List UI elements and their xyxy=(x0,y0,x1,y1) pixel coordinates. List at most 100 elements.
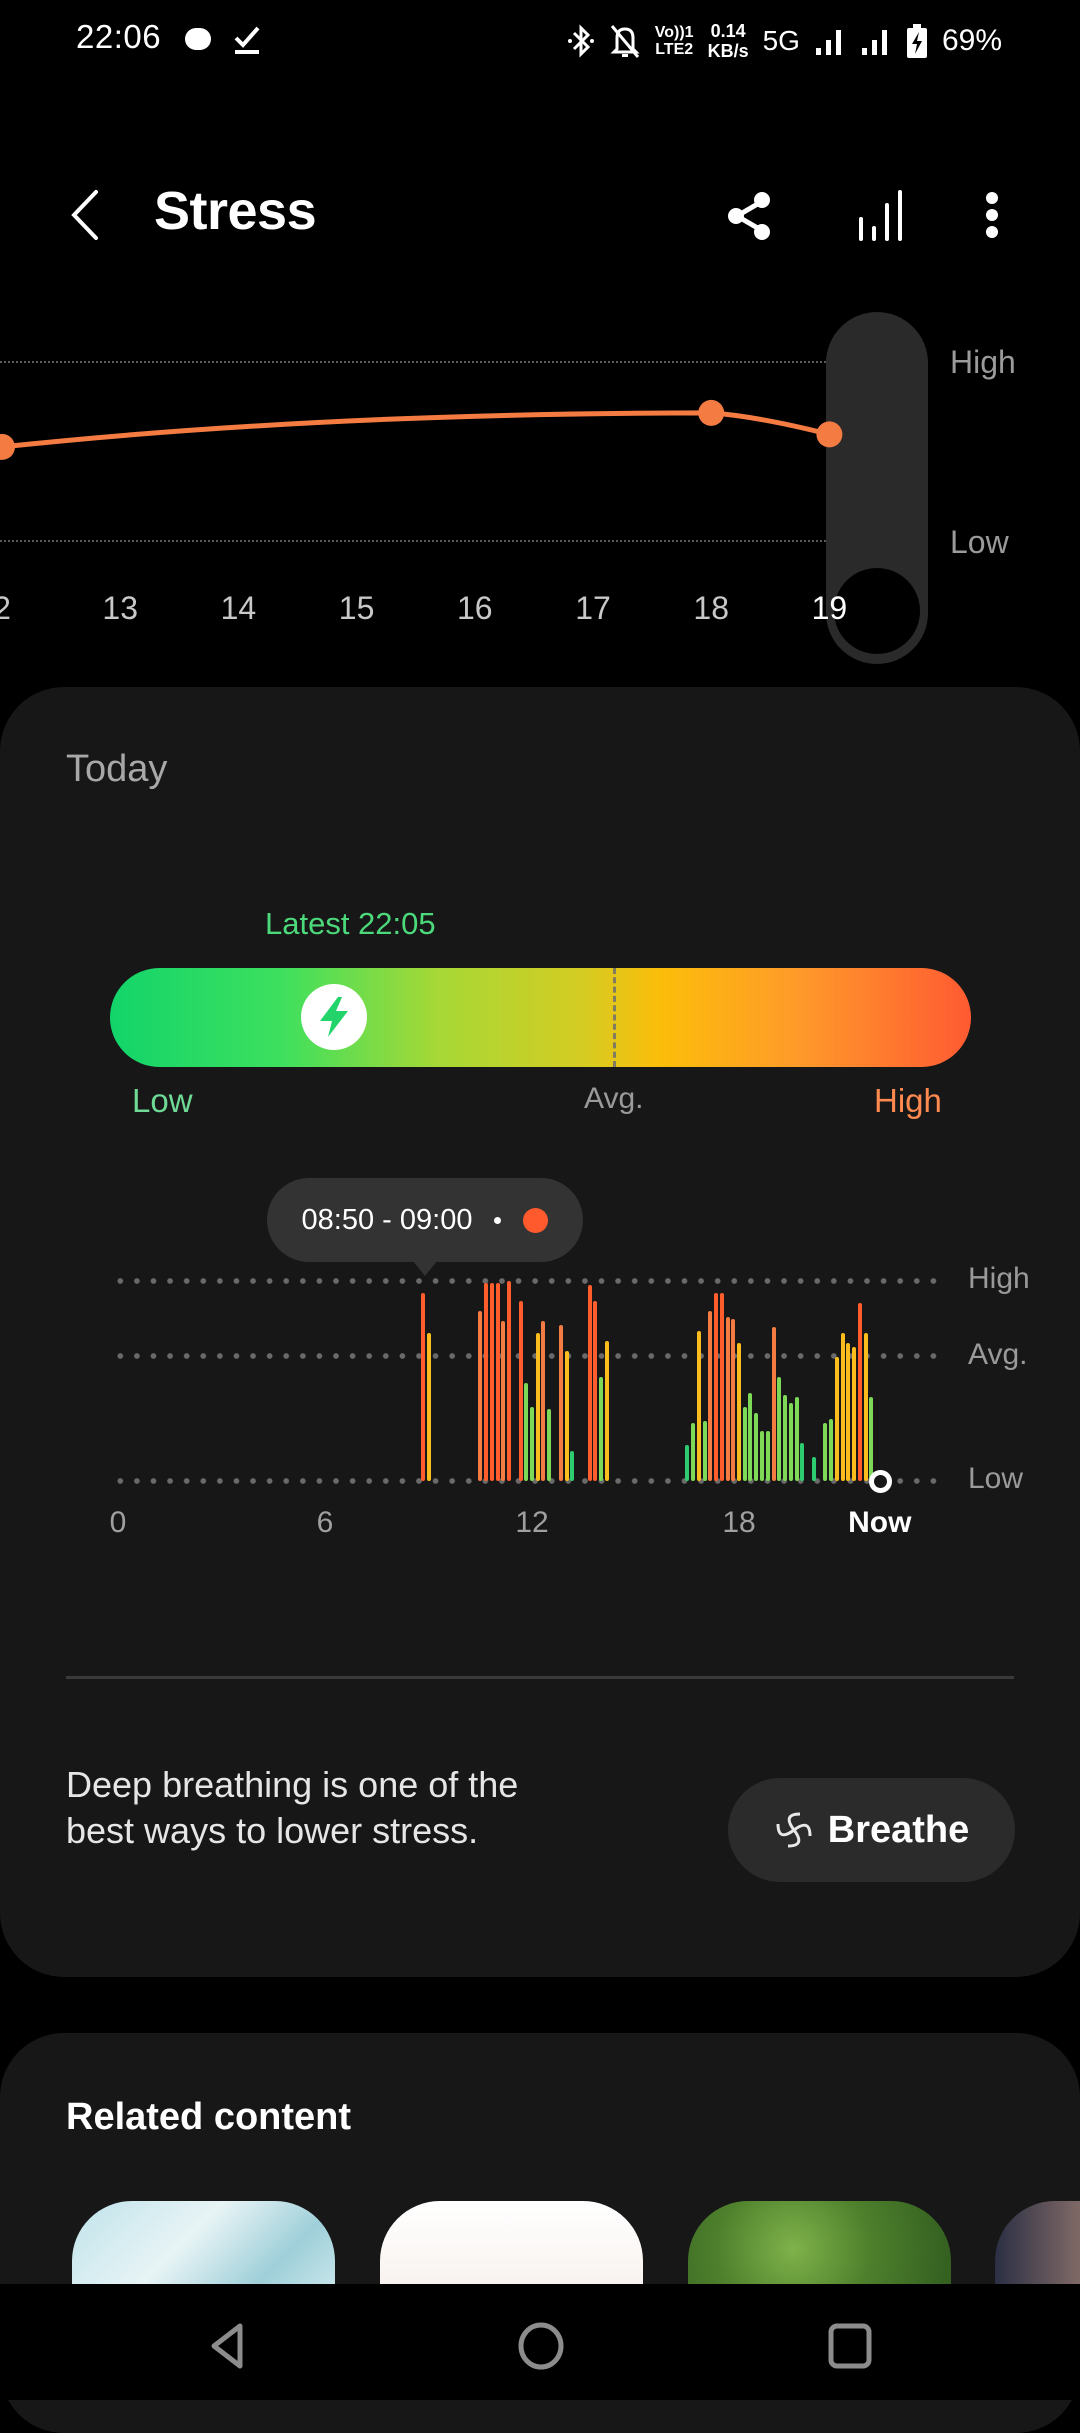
stress-bar[interactable] xyxy=(725,1317,730,1481)
stress-bar[interactable] xyxy=(685,1445,690,1481)
stress-bar[interactable] xyxy=(506,1281,511,1481)
stress-bar[interactable] xyxy=(702,1421,707,1481)
stress-bar[interactable] xyxy=(754,1413,759,1481)
stress-bar[interactable] xyxy=(811,1457,816,1481)
lightning-icon xyxy=(319,997,348,1037)
stress-bar[interactable] xyxy=(863,1333,868,1481)
stress-bar[interactable] xyxy=(570,1451,575,1481)
stress-bar[interactable] xyxy=(869,1397,874,1481)
nav-back-button[interactable] xyxy=(200,2318,260,2374)
stress-bar[interactable] xyxy=(713,1293,718,1481)
chart-view-button[interactable] xyxy=(851,180,911,250)
volte-icon: Vo))1 LTE2 xyxy=(655,24,694,58)
tooltip-separator xyxy=(494,1216,502,1224)
breathe-label: Breathe xyxy=(827,1808,970,1851)
bluetooth-icon xyxy=(567,24,594,58)
stress-gauge-bar xyxy=(110,968,971,1067)
gauge-avg-label: Avg. xyxy=(584,1082,644,1115)
stress-bar[interactable] xyxy=(760,1431,765,1481)
status-time: 22:06 xyxy=(76,18,162,55)
nav-recents-button[interactable] xyxy=(820,2318,880,2374)
stress-bar[interactable] xyxy=(426,1333,431,1481)
chart-icon xyxy=(859,190,902,241)
breathe-button[interactable]: Breathe xyxy=(728,1778,1015,1882)
stress-bar[interactable] xyxy=(478,1311,483,1481)
section-divider xyxy=(66,1676,1014,1679)
network-type: 5G xyxy=(762,25,800,56)
stress-bar[interactable] xyxy=(541,1321,546,1481)
battery-charging-icon xyxy=(906,24,927,58)
stress-bar[interactable] xyxy=(564,1351,569,1481)
battery-percent: 69% xyxy=(941,24,1002,57)
stress-bar[interactable] xyxy=(782,1395,787,1481)
trend-x-label-14[interactable]: 14 xyxy=(203,590,273,627)
trend-x-label-12[interactable]: 2 xyxy=(0,590,37,627)
share-button[interactable] xyxy=(720,180,780,250)
trend-x-label-19[interactable]: 19 xyxy=(794,590,864,627)
stress-bar[interactable] xyxy=(558,1325,563,1481)
stress-bar[interactable] xyxy=(501,1321,506,1481)
stress-bar[interactable] xyxy=(484,1283,489,1481)
stress-bar[interactable] xyxy=(495,1283,500,1481)
stress-bar[interactable] xyxy=(829,1419,834,1481)
daily-grid-high xyxy=(112,1278,944,1284)
stress-bar[interactable] xyxy=(748,1393,753,1481)
tooltip-pointer xyxy=(413,1261,437,1276)
stress-bar[interactable] xyxy=(719,1293,724,1481)
network-speed-unit: KB/s xyxy=(707,41,749,61)
tooltip-time-range: 08:50 - 09:00 xyxy=(301,1203,473,1236)
more-options-button[interactable] xyxy=(962,180,1022,250)
stress-bar[interactable] xyxy=(420,1293,425,1481)
stress-bar[interactable] xyxy=(834,1357,839,1481)
nav-home-button[interactable] xyxy=(511,2318,571,2374)
page-title: Stress xyxy=(154,181,317,241)
stress-bar[interactable] xyxy=(731,1319,736,1481)
stress-bar[interactable] xyxy=(524,1383,529,1481)
breathe-swirl-icon xyxy=(776,1812,812,1848)
stress-bar[interactable] xyxy=(489,1283,494,1481)
stress-bar[interactable] xyxy=(851,1347,856,1481)
stress-bar[interactable] xyxy=(599,1377,603,1481)
stress-bar[interactable] xyxy=(530,1407,534,1481)
stress-bar[interactable] xyxy=(800,1443,805,1481)
now-marker xyxy=(868,1470,892,1493)
trend-point-19[interactable] xyxy=(816,421,843,448)
trend-point-18[interactable] xyxy=(698,399,725,426)
stress-bar[interactable] xyxy=(593,1301,598,1481)
trend-line-chart[interactable] xyxy=(0,300,1080,680)
stress-bar[interactable] xyxy=(535,1333,540,1481)
stress-bar[interactable] xyxy=(771,1327,776,1481)
stress-bar[interactable] xyxy=(708,1311,713,1481)
stress-bar[interactable] xyxy=(788,1403,793,1481)
stress-bar[interactable] xyxy=(846,1343,851,1481)
breathing-tip: Deep breathing is one of the best ways t… xyxy=(66,1764,519,1851)
daily-y-label-high: High xyxy=(968,1262,1030,1295)
stress-bar[interactable] xyxy=(518,1301,523,1481)
daily-x-label-18: 18 xyxy=(722,1506,756,1539)
stress-bar[interactable] xyxy=(840,1333,845,1481)
back-button[interactable] xyxy=(62,180,112,250)
notification-icon xyxy=(185,28,211,50)
trend-point-12[interactable] xyxy=(0,433,15,460)
daily-x-label-6: 6 xyxy=(316,1506,334,1539)
stress-bar[interactable] xyxy=(696,1331,701,1481)
back-icon xyxy=(71,190,98,240)
stress-bar[interactable] xyxy=(765,1431,770,1481)
stress-bar[interactable] xyxy=(794,1397,799,1481)
stress-bar[interactable] xyxy=(736,1343,741,1481)
trend-x-label-18[interactable]: 18 xyxy=(676,590,746,627)
stress-bar[interactable] xyxy=(587,1285,592,1481)
stress-bar[interactable] xyxy=(604,1341,609,1481)
trend-x-label-17[interactable]: 17 xyxy=(558,590,628,627)
stress-bar[interactable] xyxy=(857,1303,862,1481)
stress-bar[interactable] xyxy=(742,1407,747,1481)
trend-x-label-13[interactable]: 13 xyxy=(85,590,155,627)
trend-x-label-15[interactable]: 15 xyxy=(322,590,392,627)
trend-x-label-16[interactable]: 16 xyxy=(440,590,510,627)
stress-bar[interactable] xyxy=(691,1423,696,1481)
daily-y-label-low: Low xyxy=(968,1462,1024,1495)
stress-bar[interactable] xyxy=(777,1377,782,1481)
stress-bar[interactable] xyxy=(547,1409,552,1481)
latest-measurement: Latest 22:05 xyxy=(265,906,436,941)
stress-bar[interactable] xyxy=(823,1423,828,1481)
